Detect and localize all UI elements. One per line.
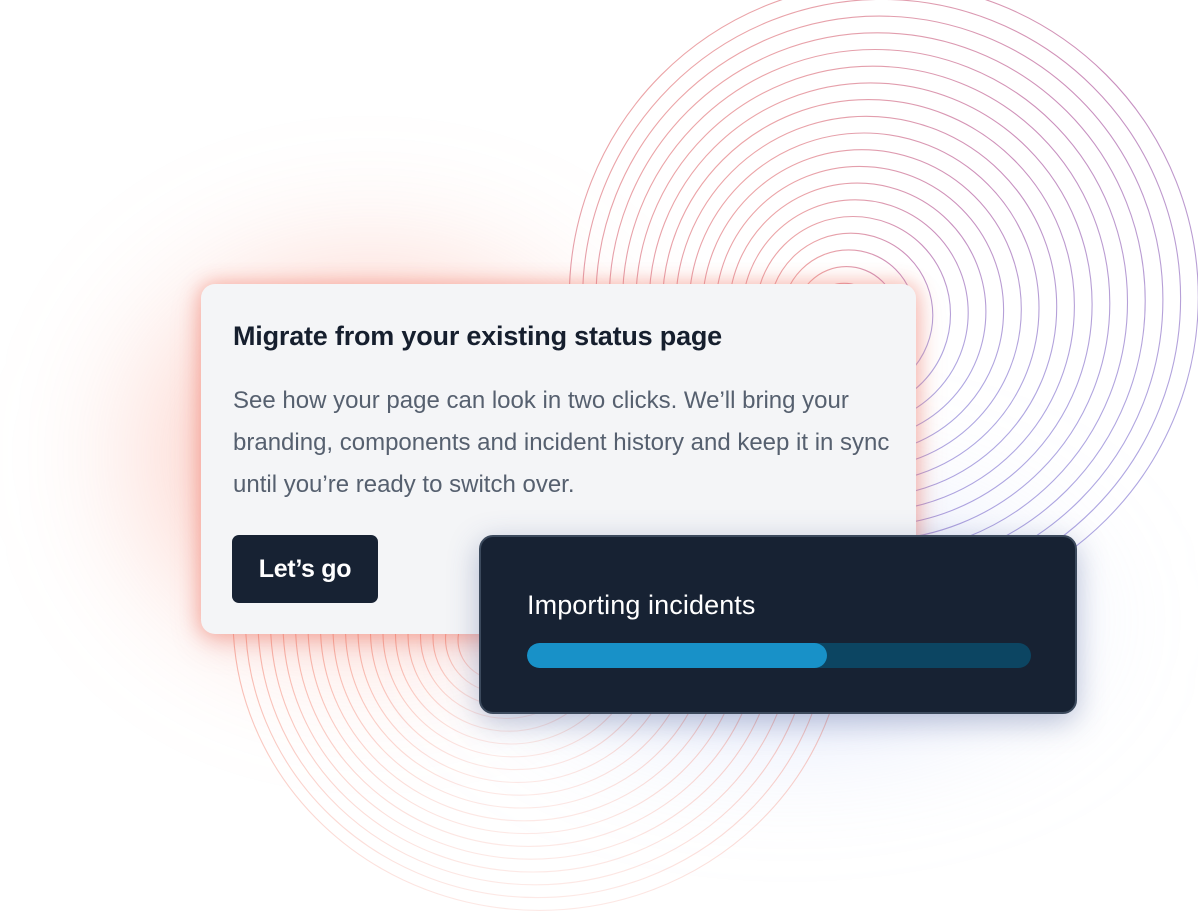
hero-illustration: Migrate from your existing status page S… — [0, 0, 1198, 917]
migrate-card-title: Migrate from your existing status page — [233, 321, 722, 351]
import-progress-card: Importing incidents — [479, 535, 1077, 714]
import-progress-bar — [527, 643, 1031, 668]
migrate-card-description: See how your page can look in two clicks… — [233, 387, 890, 498]
import-progress-fill — [527, 643, 827, 668]
import-status-title: Importing incidents — [527, 590, 756, 620]
lets-go-button[interactable]: Let’s go — [232, 535, 378, 603]
